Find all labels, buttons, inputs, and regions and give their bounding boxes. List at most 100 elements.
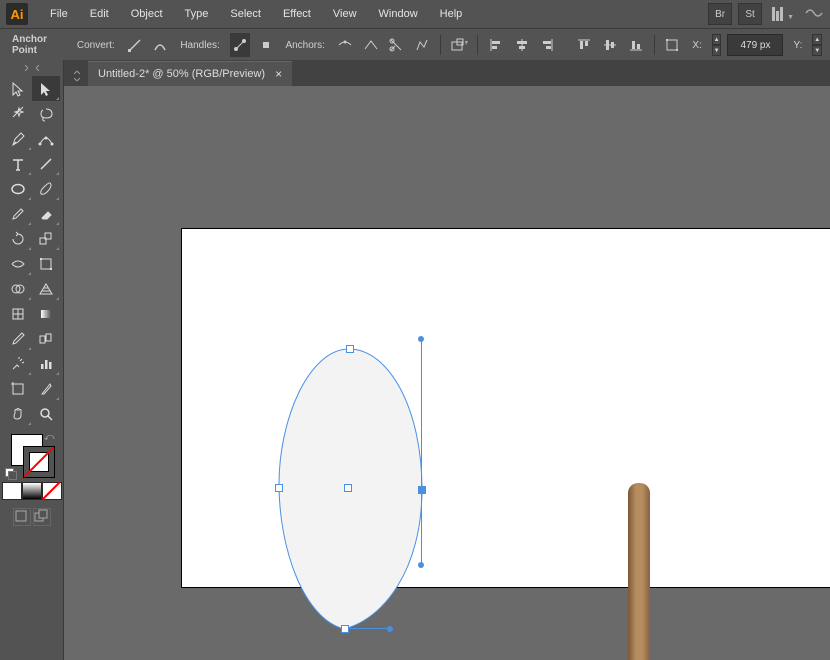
- anchor-point[interactable]: [346, 345, 354, 353]
- anchor-point[interactable]: [344, 484, 352, 492]
- options-bar: Anchor Point Convert: Handles: Anchors: …: [0, 28, 830, 62]
- cut-path-icon[interactable]: [387, 33, 407, 57]
- handles-label: Handles:: [176, 40, 223, 51]
- zoom-tool[interactable]: [32, 401, 60, 426]
- panel-handle[interactable]: [9, 64, 54, 72]
- tab-close-icon[interactable]: ×: [275, 67, 282, 81]
- handle-line: [421, 339, 422, 564]
- perspective-grid-tool[interactable]: [32, 276, 60, 301]
- default-fill-stroke-icon[interactable]: [5, 468, 17, 480]
- paintbrush-tool[interactable]: [32, 176, 60, 201]
- slice-tool[interactable]: [32, 376, 60, 401]
- align-left-icon[interactable]: [486, 33, 506, 57]
- align-right-icon[interactable]: [538, 33, 558, 57]
- color-mode-none[interactable]: [42, 482, 62, 500]
- convert-smooth-icon[interactable]: [150, 33, 170, 57]
- canvas[interactable]: [64, 86, 830, 660]
- draw-normal-icon[interactable]: [13, 508, 31, 526]
- blend-tool[interactable]: [32, 326, 60, 351]
- hand-tool[interactable]: [4, 401, 32, 426]
- convert-corner-icon[interactable]: [125, 33, 145, 57]
- magic-wand-tool[interactable]: [4, 101, 32, 126]
- anchor-point[interactable]: [275, 484, 283, 492]
- bridge-button[interactable]: Br: [708, 3, 732, 25]
- selection-tool[interactable]: [4, 76, 32, 101]
- anchors-label: Anchors:: [281, 40, 328, 51]
- gpu-icon[interactable]: [804, 5, 824, 24]
- artboard-tool[interactable]: [4, 376, 32, 401]
- type-tool[interactable]: [4, 151, 32, 176]
- color-mode-solid[interactable]: [2, 482, 22, 500]
- handles-show-icon[interactable]: [230, 33, 250, 57]
- eyedropper-tool[interactable]: [4, 326, 32, 351]
- menu-edit[interactable]: Edit: [80, 4, 119, 24]
- align-hcenter-icon[interactable]: [512, 33, 532, 57]
- handle-point[interactable]: [418, 562, 424, 568]
- fill-stroke-control[interactable]: ⤺: [7, 434, 57, 478]
- convert-label: Convert:: [73, 40, 119, 51]
- color-mode-gradient[interactable]: [22, 482, 42, 500]
- scale-tool[interactable]: [32, 226, 60, 251]
- line-tool[interactable]: [32, 151, 60, 176]
- align-bottom-icon[interactable]: [626, 33, 646, 57]
- color-modes: [2, 482, 62, 500]
- straight-path-icon[interactable]: [412, 33, 432, 57]
- tab-handle-icon[interactable]: [74, 66, 82, 86]
- anchor-point-selected[interactable]: [418, 486, 426, 494]
- tab-title: Untitled-2* @ 50% (RGB/Preview): [98, 68, 265, 80]
- handle-point[interactable]: [418, 336, 424, 342]
- connect-anchor-icon[interactable]: [361, 33, 381, 57]
- pen-tool[interactable]: [4, 126, 32, 151]
- app-logo: Ai: [6, 3, 28, 25]
- curvature-tool[interactable]: [32, 126, 60, 151]
- anchor-point[interactable]: [341, 625, 349, 633]
- handle-line: [345, 628, 390, 629]
- y-spinner[interactable]: ▲▼: [812, 34, 822, 56]
- lollipop-stick-shape[interactable]: [628, 483, 650, 660]
- menu-object[interactable]: Object: [121, 4, 173, 24]
- stroke-color[interactable]: [23, 446, 55, 478]
- tools-panel: ⤺: [0, 60, 64, 660]
- stock-button[interactable]: St: [738, 3, 762, 25]
- symbol-sprayer-tool[interactable]: [4, 351, 32, 376]
- arrange-documents-button[interactable]: ▼: [768, 7, 798, 21]
- tab-bar: Untitled-2* @ 50% (RGB/Preview) ×: [64, 60, 830, 86]
- isolate-icon[interactable]: [449, 33, 469, 57]
- eraser-tool[interactable]: [32, 201, 60, 226]
- menu-file[interactable]: File: [40, 4, 78, 24]
- x-spinner[interactable]: ▲▼: [712, 34, 722, 56]
- handles-hide-icon[interactable]: [256, 33, 276, 57]
- handle-point[interactable]: [387, 626, 393, 632]
- remove-anchor-icon[interactable]: [335, 33, 355, 57]
- dropdown-arrow-icon: ▼: [787, 14, 794, 21]
- document-tab[interactable]: Untitled-2* @ 50% (RGB/Preview) ×: [88, 61, 292, 86]
- menu-view[interactable]: View: [323, 4, 367, 24]
- document-area: Untitled-2* @ 50% (RGB/Preview) ×: [64, 60, 830, 660]
- lasso-tool[interactable]: [32, 101, 60, 126]
- swap-icon[interactable]: ⤺: [44, 432, 55, 443]
- align-vcenter-icon[interactable]: [600, 33, 620, 57]
- align-top-icon[interactable]: [574, 33, 594, 57]
- pencil-tool[interactable]: [4, 201, 32, 226]
- column-graph-tool[interactable]: [32, 351, 60, 376]
- menu-select[interactable]: Select: [220, 4, 271, 24]
- menu-help[interactable]: Help: [430, 4, 473, 24]
- mesh-tool[interactable]: [4, 301, 32, 326]
- transform-icon[interactable]: [662, 33, 682, 57]
- rotate-tool[interactable]: [4, 226, 32, 251]
- tool-label: Anchor Point: [8, 34, 67, 56]
- width-tool[interactable]: [4, 251, 32, 276]
- shape-builder-tool[interactable]: [4, 276, 32, 301]
- menu-effect[interactable]: Effect: [273, 4, 321, 24]
- direct-selection-tool[interactable]: [32, 76, 60, 101]
- menu-window[interactable]: Window: [369, 4, 428, 24]
- selected-path[interactable]: [279, 339, 429, 629]
- x-input[interactable]: [727, 34, 783, 56]
- gradient-tool[interactable]: [32, 301, 60, 326]
- free-transform-tool[interactable]: [32, 251, 60, 276]
- y-label: Y:: [789, 40, 806, 51]
- x-label: X:: [688, 40, 705, 51]
- menu-type[interactable]: Type: [175, 4, 219, 24]
- draw-behind-icon[interactable]: [33, 508, 51, 526]
- ellipse-tool[interactable]: [4, 176, 32, 201]
